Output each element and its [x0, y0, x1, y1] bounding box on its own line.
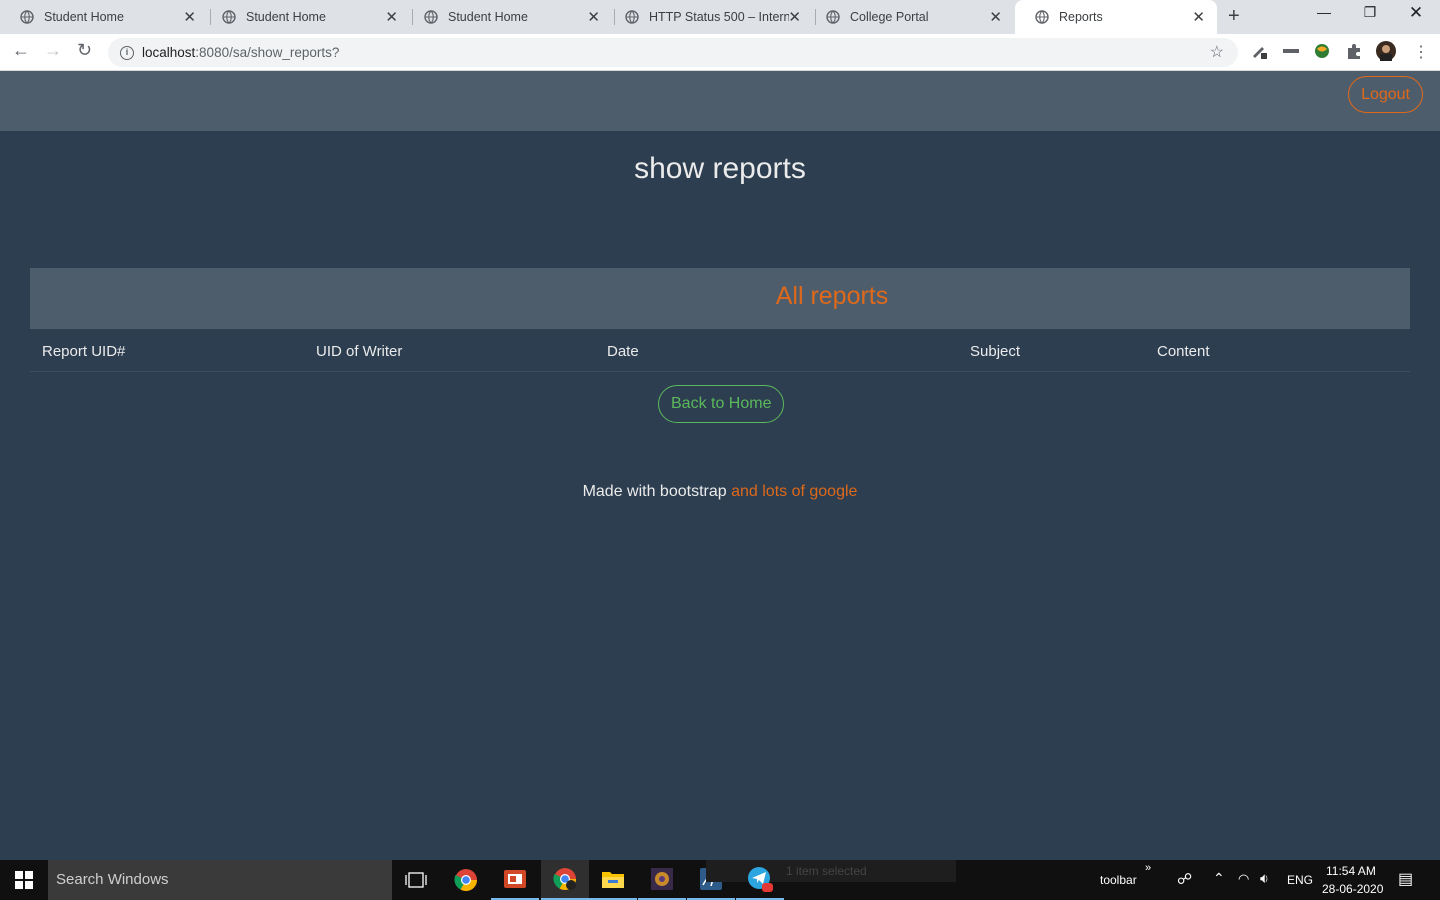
presentation-app-icon: [504, 870, 526, 888]
task-view-icon: [405, 872, 427, 888]
taskbar-powerpoint[interactable]: [491, 860, 539, 900]
clock-time[interactable]: 11:54 AM: [1326, 864, 1376, 878]
toolbar-expand-icon[interactable]: »: [1145, 862, 1151, 874]
chevron-up-icon[interactable]: ⌃: [1213, 870, 1225, 887]
wifi-icon[interactable]: ◠: [1238, 871, 1249, 887]
folder-icon: [602, 872, 624, 888]
tab-reports[interactable]: Reports ✕: [1015, 0, 1217, 34]
tab-title: Student Home: [246, 10, 326, 24]
close-tab-icon[interactable]: ✕: [1192, 8, 1205, 26]
extensions-puzzle-icon[interactable]: [1345, 42, 1363, 60]
tab-title: College Portal: [850, 10, 929, 24]
globe-icon: [20, 10, 34, 24]
tab-student-home-2[interactable]: Student Home ✕: [202, 0, 410, 34]
url-path: :8080/sa/show_reports?: [195, 45, 340, 60]
reload-icon[interactable]: ↻: [77, 40, 92, 61]
telegram-icon: [748, 867, 773, 892]
globe-extension-icon[interactable]: [1313, 42, 1331, 60]
column-header-subject: Subject: [970, 343, 1021, 360]
tab-title: Student Home: [448, 10, 528, 24]
tab-strip: Student Home ✕ Student Home ✕ Student Ho…: [0, 0, 1440, 34]
avatar[interactable]: [1376, 41, 1396, 61]
task-view-button[interactable]: [392, 860, 440, 900]
reports-table-header: Report UID# UID of Writer Date Subject C…: [30, 329, 1410, 372]
taskbar-game-app[interactable]: [638, 860, 686, 900]
globe-icon: [1035, 10, 1049, 24]
globe-icon: [826, 10, 840, 24]
column-header-writer-uid: UID of Writer: [316, 343, 403, 360]
new-tab-icon[interactable]: +: [1228, 5, 1240, 28]
notifications-icon[interactable]: ▤: [1398, 869, 1413, 889]
close-tab-icon[interactable]: ✕: [989, 8, 1002, 26]
url-host: localhost: [142, 45, 196, 60]
column-header-report-uid: Report UID#: [42, 343, 126, 360]
taskbar-chrome[interactable]: [442, 860, 490, 900]
card-title: All reports: [30, 268, 1410, 329]
pen-extension-icon[interactable]: [1250, 42, 1268, 60]
globe-icon: [424, 10, 438, 24]
taskbar-chrome-active[interactable]: [541, 860, 589, 900]
toolbar-label[interactable]: toolbar: [1100, 873, 1137, 887]
tab-title: Student Home: [44, 10, 124, 24]
column-header-date: Date: [607, 343, 639, 360]
start-button[interactable]: [0, 860, 48, 900]
footer-link[interactable]: and lots of google: [731, 483, 857, 500]
address-bar[interactable]: i localhost:8080/sa/show_reports? ☆: [108, 38, 1238, 67]
explorer-selection-text: 1 item selected: [786, 864, 867, 878]
logout-button[interactable]: Logout: [1348, 76, 1423, 113]
people-icon[interactable]: ☍: [1177, 870, 1192, 888]
globe-icon: [222, 10, 236, 24]
restore-icon[interactable]: ❐: [1348, 4, 1392, 21]
close-tab-icon[interactable]: ✕: [587, 8, 600, 26]
back-to-home-button[interactable]: Back to Home: [658, 385, 785, 423]
windows-taskbar: Search Windows 1 item selected toolbar »…: [0, 860, 1440, 900]
close-tab-icon[interactable]: ✕: [385, 8, 398, 26]
tab-student-home-3[interactable]: Student Home ✕: [404, 0, 612, 34]
globe-icon: [625, 10, 639, 24]
close-window-icon[interactable]: ✕: [1394, 3, 1438, 23]
taskbar-file-explorer[interactable]: [589, 860, 637, 900]
idm-extension-icon[interactable]: [1282, 42, 1300, 60]
tab-student-home-1[interactable]: Student Home ✕: [0, 0, 208, 34]
taskbar-telegram[interactable]: [736, 860, 784, 900]
page-title: show reports: [634, 152, 806, 185]
close-tab-icon[interactable]: ✕: [788, 8, 801, 26]
chrome-profile-icon: [553, 868, 576, 890]
forward-arrow-icon[interactable]: →: [44, 40, 62, 61]
taskbar-search-box[interactable]: Search Windows: [48, 860, 392, 900]
language-indicator[interactable]: ENG: [1287, 873, 1313, 887]
tab-http-status-500[interactable]: HTTP Status 500 – Interna ✕: [605, 0, 813, 34]
column-header-content: Content: [1157, 343, 1210, 360]
bookmark-star-icon[interactable]: ☆: [1210, 42, 1224, 62]
footer-text: Made with bootstrap: [582, 483, 727, 500]
site-navbar: Logout: [0, 71, 1440, 131]
back-arrow-icon[interactable]: ←: [12, 40, 30, 61]
info-icon[interactable]: i: [120, 45, 134, 60]
tab-title: HTTP Status 500 – Interna: [649, 10, 789, 24]
chrome-icon: [454, 869, 477, 891]
volume-icon[interactable]: 🔉︎: [1260, 870, 1269, 887]
minimize-icon[interactable]: —: [1302, 4, 1346, 20]
menu-dots-icon[interactable]: ⋮: [1413, 42, 1429, 62]
browser-toolbar: ← → ↻ i localhost:8080/sa/show_reports? …: [0, 34, 1440, 71]
close-tab-icon[interactable]: ✕: [183, 8, 196, 26]
tab-college-portal[interactable]: College Portal ✕: [806, 0, 1014, 34]
windows-logo-icon: [15, 871, 33, 889]
reports-card: All reports Report UID# UID of Writer Da…: [30, 268, 1410, 372]
game-app-icon: [651, 868, 673, 890]
clock-date[interactable]: 28-06-2020: [1322, 882, 1383, 896]
tab-title: Reports: [1059, 10, 1103, 24]
footer: Made with bootstrap and lots of google: [0, 483, 1440, 501]
